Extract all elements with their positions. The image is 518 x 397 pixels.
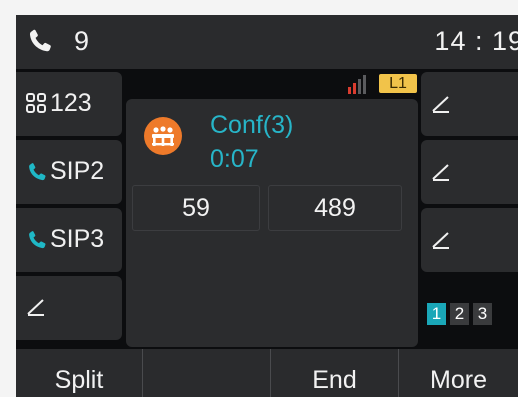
clock-time: 14 : 19: [434, 26, 518, 56]
end-softkey[interactable]: End: [271, 349, 398, 397]
account-badge: L1: [379, 74, 417, 93]
edit-icon: [432, 164, 449, 181]
conference-member[interactable]: 489: [268, 185, 402, 231]
right-key-2[interactable]: [421, 140, 518, 204]
line-key-label: SIP3: [50, 225, 105, 253]
softkey-bar: Split End More: [16, 349, 518, 397]
conference-title: Conf(3): [210, 111, 294, 139]
line-key-label: SIP2: [50, 157, 105, 185]
conference-member[interactable]: 59: [132, 185, 260, 231]
conference-icon: [144, 117, 182, 155]
phone-icon: [29, 29, 51, 52]
page-indicator-1[interactable]: 1: [427, 303, 446, 325]
grid-icon: [26, 93, 46, 113]
phone-icon: [29, 163, 46, 181]
edit-icon: [432, 232, 449, 249]
line-key-directory[interactable]: 123: [16, 72, 122, 136]
page-indicator-2[interactable]: 2: [450, 303, 469, 325]
right-key-1[interactable]: [421, 72, 518, 136]
phone-icon: [29, 231, 46, 249]
right-key-3[interactable]: [421, 208, 518, 272]
call-timer: 0:07: [210, 145, 259, 173]
conference-panel: Conf(3) 0:07 59 489: [126, 99, 418, 347]
more-softkey[interactable]: More: [399, 349, 518, 397]
empty-softkey[interactable]: [143, 349, 270, 397]
line-key-sip2[interactable]: SIP2: [16, 140, 122, 204]
edit-icon: [432, 96, 449, 113]
signal-icon: [348, 75, 366, 94]
line-key-sip3[interactable]: SIP3: [16, 208, 122, 272]
line-number: 9: [74, 26, 90, 56]
status-bar: 9 14 : 19: [16, 15, 518, 69]
page-indicator-3[interactable]: 3: [473, 303, 492, 325]
edit-icon: [27, 299, 44, 316]
split-softkey[interactable]: Split: [16, 349, 142, 397]
phone-screen: 9 14 : 19 123 SIP2 SIP3 L1 Conf(3) 0:07 …: [16, 15, 518, 397]
line-key-empty[interactable]: [16, 276, 122, 340]
line-key-label: 123: [50, 89, 92, 117]
